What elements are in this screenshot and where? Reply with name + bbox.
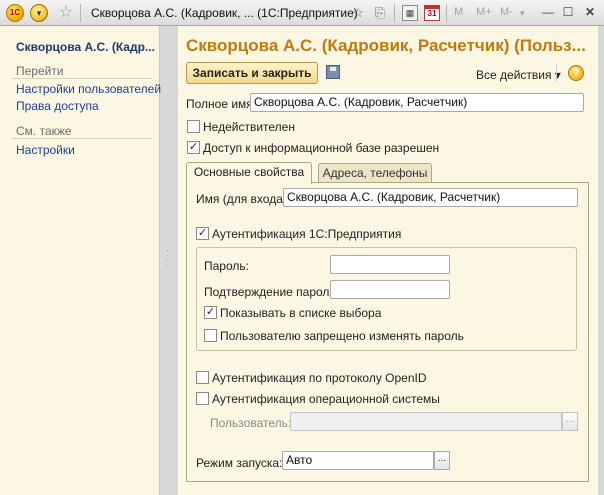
password-label: Пароль: (204, 259, 249, 273)
divider (12, 78, 152, 79)
password-field[interactable] (330, 255, 450, 274)
launch-mode-select-button[interactable]: ... (434, 451, 450, 470)
login-name-field[interactable]: Скворцова А.С. (Кадровик, Расчетчик) (283, 188, 578, 207)
access-allowed-label: Доступ к информационной базе разрешен (203, 141, 440, 155)
openid-checkbox[interactable] (196, 371, 209, 384)
nav-link-settings[interactable]: Настройки (16, 143, 75, 157)
nav-panel-title: Скворцова А.С. (Кадр... (16, 40, 155, 54)
history-icon[interactable]: ⎘ (372, 5, 388, 21)
password-confirm-label: Подтверждение пароля: (204, 285, 340, 299)
os-auth-label: Аутентификация операционной системы (212, 392, 440, 406)
save-icon[interactable] (326, 65, 340, 79)
toolbar-separator (446, 4, 447, 22)
auth-1c-label: Аутентификация 1С:Предприятия (212, 227, 402, 241)
save-and-close-button[interactable]: Записать и закрыть (186, 62, 318, 84)
login-name-label: Имя (для входа): (196, 192, 291, 206)
toolbar-separator (394, 4, 395, 22)
nav-link-access-rights[interactable]: Права доступа (16, 99, 99, 113)
memory-m-minus-button[interactable]: M- (500, 6, 513, 18)
os-user-label: Пользователь: (210, 416, 292, 430)
calendar-icon[interactable]: 31 (424, 5, 440, 21)
toolbar-separator (556, 64, 557, 82)
cannot-change-password-label: Пользователю запрещено изменять пароль (220, 329, 464, 343)
form-area: Скворцова А.С. (Кадровик, Расчетчик) (По… (178, 26, 598, 495)
calculator-icon[interactable]: ▦ (402, 5, 418, 21)
cannot-change-password-checkbox[interactable] (204, 329, 217, 342)
show-in-list-label: Показывать в списке выбора (220, 306, 382, 320)
favorite-star-icon[interactable]: ☆ (58, 4, 74, 22)
window-title: Скворцова А.С. (Кадровик, ... (1С:Предпр… (91, 6, 358, 20)
add-favorite-icon[interactable]: ☆ (350, 5, 366, 21)
tab-main-properties[interactable]: Основные свойства (186, 162, 312, 184)
navigation-panel: Скворцова А.С. (Кадр... Перейти Настройк… (0, 26, 161, 495)
title-bar: 1С ▾ ☆ Скворцова А.С. (Кадровик, ... (1С… (0, 0, 604, 26)
openid-label: Аутентификация по протоколу OpenID (212, 371, 427, 385)
divider (12, 138, 152, 139)
access-allowed-checkbox[interactable]: ✓ (187, 141, 200, 154)
memory-dropdown-icon[interactable]: ▾ (520, 8, 525, 19)
invalid-label: Недействителен (203, 120, 295, 134)
os-user-field[interactable] (290, 412, 562, 431)
tab-addresses-phones[interactable]: Адреса, телефоны (318, 163, 432, 183)
full-name-label: Полное имя: (186, 97, 257, 111)
launch-mode-field[interactable]: Авто (282, 451, 434, 470)
app-logo-icon[interactable]: 1С (6, 4, 24, 22)
os-auth-checkbox[interactable] (196, 392, 209, 405)
main-menu-icon[interactable]: ▾ (30, 4, 48, 22)
memory-m-button[interactable]: M (454, 6, 463, 18)
maximize-button[interactable]: ☐ (560, 4, 576, 20)
minimize-button[interactable]: — (540, 4, 556, 20)
panel-resize-grip[interactable]: · · · · (166, 247, 170, 270)
help-icon[interactable]: ? (568, 65, 584, 81)
close-button[interactable]: ✕ (582, 4, 598, 20)
see-also-heading: См. также (16, 124, 72, 138)
nav-link-user-settings[interactable]: Настройки пользователей (16, 82, 161, 96)
goto-heading: Перейти (16, 64, 64, 78)
memory-m-plus-button[interactable]: M+ (476, 6, 492, 18)
launch-mode-label: Режим запуска: (196, 456, 283, 470)
show-in-list-checkbox[interactable]: ✓ (204, 306, 217, 319)
all-actions-menu[interactable]: Все действия ▾ (476, 68, 561, 82)
full-name-field[interactable]: Скворцова А.С. (Кадровик, Расчетчик) (250, 93, 584, 112)
os-user-select-button[interactable]: ... (562, 412, 578, 431)
auth-1c-checkbox[interactable]: ✓ (196, 227, 209, 240)
page-title: Скворцова А.С. (Кадровик, Расчетчик) (По… (186, 36, 586, 55)
invalid-checkbox[interactable] (187, 120, 200, 133)
password-confirm-field[interactable] (330, 280, 450, 299)
toolbar-separator (80, 4, 81, 22)
